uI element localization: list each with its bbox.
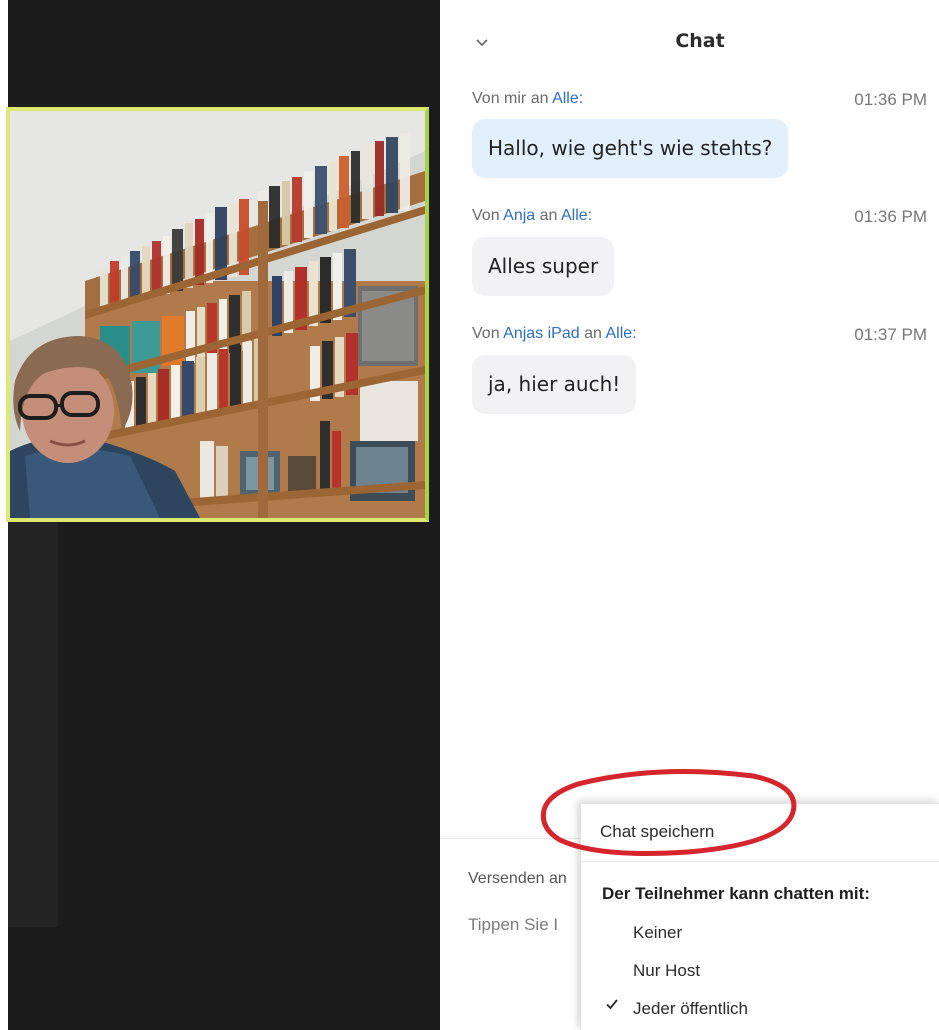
message-bubble: Alles super bbox=[472, 237, 615, 296]
webcam-frame bbox=[10, 111, 425, 518]
send-to-label[interactable]: Versenden an bbox=[468, 870, 567, 888]
menu-heading-chat-permissions: Der Teilnehmer kann chatten mit: bbox=[602, 884, 870, 903]
message-time: 01:36 PM bbox=[854, 90, 927, 109]
message-header: Von mir an Alle: 01:36 PM bbox=[472, 90, 927, 109]
message-prefix: Von bbox=[472, 90, 505, 107]
message-header: Von Anjas iPad an Alle: 01:37 PM bbox=[472, 325, 927, 344]
menu-separator bbox=[581, 861, 939, 862]
chat-header: Chat bbox=[440, 0, 939, 80]
message-prefix: Von bbox=[472, 325, 504, 342]
message-time: 01:36 PM bbox=[854, 207, 927, 226]
message-connector: an bbox=[535, 207, 561, 224]
video-gutter-panel bbox=[8, 522, 58, 927]
message-time: 01:37 PM bbox=[854, 325, 927, 344]
chat-message-input[interactable]: Tippen Sie I bbox=[468, 915, 558, 935]
message-prefix: Von bbox=[472, 207, 504, 224]
message-bubble: ja, hier auch! bbox=[472, 355, 637, 414]
checkmark-icon bbox=[605, 997, 619, 1016]
menu-option-keiner[interactable]: Keiner bbox=[633, 923, 939, 943]
message-recipient-link[interactable]: Alle: bbox=[552, 90, 583, 107]
message-connector: an bbox=[579, 325, 606, 342]
message-recipient-link[interactable]: Alle: bbox=[561, 207, 592, 224]
message-recipient-link[interactable]: Alle: bbox=[605, 325, 636, 342]
save-chat-menu-item[interactable]: Chat speichern bbox=[600, 822, 939, 842]
chat-options-menu: Chat speichern Der Teilnehmer kann chatt… bbox=[580, 803, 939, 1030]
menu-option-nur-host[interactable]: Nur Host bbox=[633, 961, 939, 981]
chat-title: Chat bbox=[675, 30, 725, 52]
message-header: Von Anja an Alle: 01:36 PM bbox=[472, 207, 927, 226]
menu-option-jeder-oeffentlich[interactable]: Jeder öffentlich bbox=[633, 999, 939, 1019]
video-area bbox=[0, 0, 440, 1030]
chevron-down-icon[interactable] bbox=[474, 34, 490, 50]
message-bubble: Hallo, wie geht's wie stehts? bbox=[472, 119, 789, 178]
message-sender-link[interactable]: Anja bbox=[503, 207, 535, 224]
participant-video-tile[interactable] bbox=[6, 107, 429, 522]
message-sender-link[interactable]: Anjas iPad bbox=[503, 325, 580, 342]
message-sender: mir bbox=[504, 90, 527, 107]
message-connector: an bbox=[526, 90, 553, 107]
